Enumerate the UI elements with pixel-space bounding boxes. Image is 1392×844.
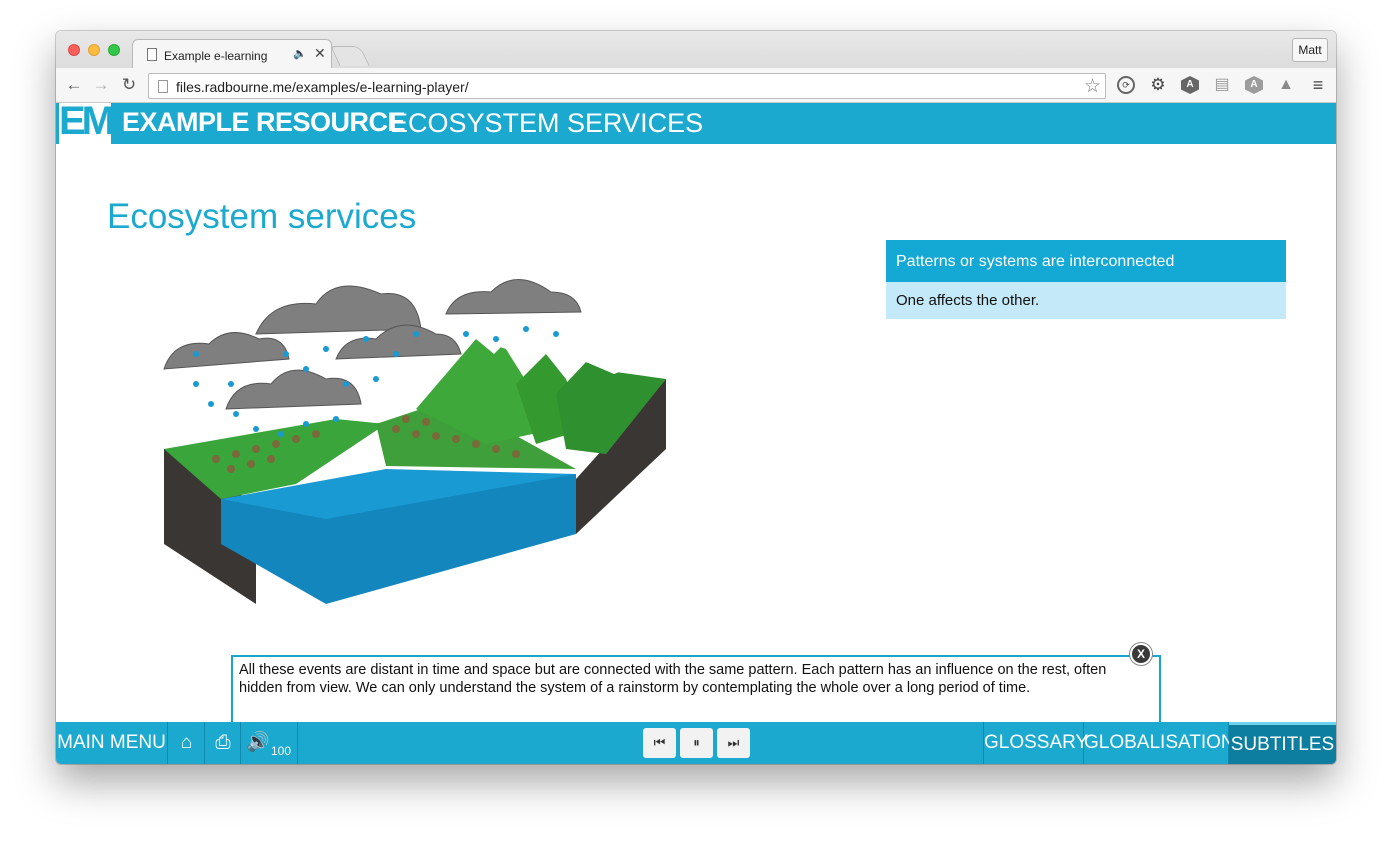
tab-strip: Example e-learning 🔈 ✕ Matt: [56, 31, 1336, 69]
browser-toolbar: ← → ↻ files.radbourne.me/examples/e-lear…: [56, 68, 1336, 103]
player-controls: MAIN MENU ⌂ ⎙ 🔊 100 ⏮ ⏸ ⏭ GLOSSARY GLOBA…: [56, 722, 1336, 764]
course-title: ECOSYSTEM SERVICES: [390, 108, 704, 138]
info-box-body: One affects the other.: [886, 282, 1286, 319]
address-bar[interactable]: files.radbourne.me/examples/e-learning-p…: [148, 73, 1106, 99]
menu-icon[interactable]: ≡: [1309, 76, 1327, 94]
bookmark-star-icon[interactable]: ☆: [1084, 75, 1101, 98]
gear-icon[interactable]: ⚙: [1149, 76, 1167, 94]
angular-extension-icon-2[interactable]: A: [1245, 76, 1263, 94]
browser-window: Example e-learning 🔈 ✕ Matt ← → ↻ files.…: [56, 31, 1336, 764]
home-icon[interactable]: ⌂: [169, 722, 205, 764]
page-icon: [158, 80, 168, 93]
speaker-icon: 🔊: [246, 732, 270, 753]
close-tab-icon[interactable]: ✕: [314, 45, 326, 62]
zoom-window-button[interactable]: [108, 44, 120, 56]
subtitles-button[interactable]: SUBTITLES: [1229, 722, 1336, 764]
close-window-button[interactable]: [68, 44, 80, 56]
volume-level: 100: [271, 744, 292, 758]
new-tab-button[interactable]: [330, 46, 370, 66]
app-header: EM EXAMPLE RESOURCE ECOSYSTEM SERVICES: [56, 99, 1336, 144]
drive-extension-icon[interactable]: ▲: [1277, 76, 1295, 94]
window-controls: [68, 44, 120, 56]
main-menu-button[interactable]: MAIN MENU: [56, 722, 168, 764]
slide-title: Ecosystem services: [107, 197, 417, 236]
layout-extension-icon[interactable]: ▤: [1213, 76, 1231, 94]
profile-button[interactable]: Matt: [1292, 38, 1328, 62]
previous-button[interactable]: ⏮: [643, 728, 676, 758]
subtitle-panel: All these events are distant in time and…: [231, 655, 1161, 722]
file-icon: [147, 48, 157, 61]
speaker-icon[interactable]: 🔈: [293, 47, 307, 60]
slide-area: Ecosystem services Patterns or systems a…: [56, 144, 1336, 722]
globalisation-button[interactable]: GLOBALISATION: [1084, 722, 1235, 764]
back-icon[interactable]: ←: [64, 74, 84, 96]
sync-extension-icon[interactable]: ⟳: [1117, 76, 1135, 94]
forward-icon[interactable]: →: [91, 74, 111, 96]
resource-title: EXAMPLE RESOURCE: [122, 107, 406, 137]
ecosystem-illustration: [163, 279, 666, 604]
angular-extension-icon[interactable]: A: [1181, 76, 1199, 94]
next-button[interactable]: ⏭: [717, 728, 750, 758]
reload-icon[interactable]: ↻: [119, 74, 139, 96]
info-box-heading: Patterns or systems are interconnected: [886, 240, 1286, 282]
browser-tab[interactable]: Example e-learning 🔈 ✕: [132, 39, 332, 69]
url-text[interactable]: files.radbourne.me/examples/e-learning-p…: [176, 79, 469, 95]
volume-button[interactable]: 🔊 100: [242, 722, 298, 764]
brand-logo: EM: [59, 99, 115, 144]
close-subtitles-button[interactable]: X: [1130, 643, 1152, 665]
info-box: Patterns or systems are interconnected O…: [886, 240, 1286, 319]
pause-button[interactable]: ⏸: [680, 728, 713, 758]
glossary-button[interactable]: GLOSSARY: [983, 722, 1088, 764]
tab-title: Example e-learning: [164, 49, 268, 63]
minimize-window-button[interactable]: [88, 44, 100, 56]
print-icon[interactable]: ⎙: [206, 722, 241, 764]
